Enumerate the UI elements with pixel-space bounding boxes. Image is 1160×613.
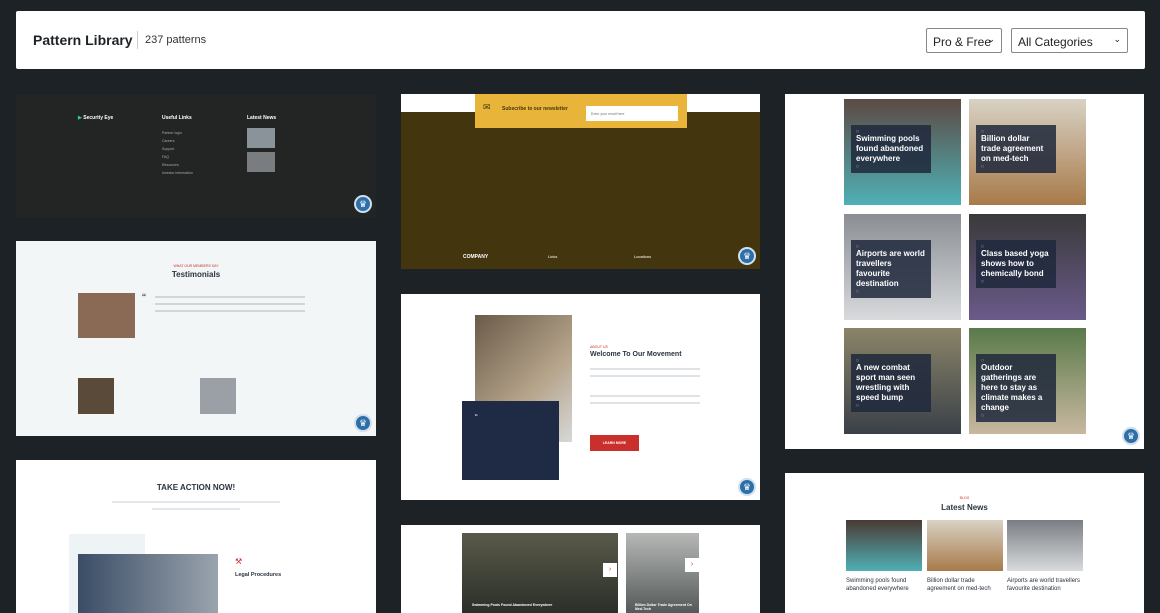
news-thumbnail [1007,520,1083,571]
chevron-down-icon: ⌄ [1113,34,1121,44]
gavel-icon: ⚒ [235,557,243,566]
latest-news-heading: Latest News [247,115,277,121]
links-list: Partner login Careers Support FAQ Resources I… [162,131,193,175]
pattern-card-news-grid[interactable]: ▢ Swimming pools found abandoned everywhe… [785,94,1144,449]
slide: Billion Dollar Trade Agreement On Med-Te… [626,533,699,613]
plan-filter-value: Pro & Free [933,35,992,49]
avatar [78,378,114,414]
chevron-right-icon[interactable]: › [603,563,617,577]
pattern-card-slider[interactable]: Swimming Pools Found Abandoned Everywher… [401,525,760,613]
newsletter-title: Subscribe to our newsletter [502,106,568,112]
news-thumbnail [927,520,1003,571]
pattern-card-movement[interactable]: “ ABOUT US Welcome To Our Movement LEARN… [401,294,760,500]
meeting-image [78,554,218,613]
plan-filter-select[interactable]: Pro & Free ⌄ [926,28,1002,53]
email-input[interactable] [586,106,678,121]
news-tile: ▢ A new combat sport man seen wrestling w… [844,328,961,434]
pattern-card-footer-dark[interactable]: ▶ Security Eye Useful Links Latest News … [16,95,376,217]
quote-box: “ [462,401,559,480]
news-tile: ▢ Airports are world travellers favourite… [844,214,961,320]
feature-title: Legal Procedures [235,572,282,578]
pattern-card-latest-news[interactable]: BLOG Latest News Swimming pools found ab… [785,473,1144,613]
eyebrow: WHAT OUR MEMBERS SAY [173,264,219,268]
category-filter-select[interactable]: All Categories ⌄ [1011,28,1128,53]
quote-icon: “ [142,291,146,305]
brand-label: ▶ Security Eye [78,115,114,121]
pattern-card-newsletter[interactable]: ✉ Subscribe to our newsletter COMPANY Li… [401,94,760,269]
pattern-card-take-action[interactable]: TAKE ACTION NOW! ⚒ Legal Procedures [16,460,376,613]
useful-links-heading: Useful Links [162,115,192,121]
crown-icon: ♛ [738,247,756,265]
news-tile: ▢ Swimming pools found abandoned everywhe… [844,99,961,205]
pattern-count: 237 patterns [145,34,207,46]
crown-icon: ♛ [354,414,372,432]
newsletter-box: ✉ Subscribe to our newsletter [475,94,687,128]
section-title: Welcome To Our Movement [590,351,682,358]
section-title: Testimonials [171,270,221,279]
slide-title: Swimming Pools Found Abandoned Everywher… [472,603,553,607]
mail-icon: ✉ [483,102,491,112]
news-tile: ▢ Class based yoga shows how to chemicall… [969,214,1086,320]
news-tile: ▢ Outdoor gatherings are here to stay as … [969,328,1086,434]
flag-icon: ▶ [78,115,82,121]
news-title: Airports are world travellers favourite … [1007,578,1081,592]
company-heading: COMPANY [463,254,489,260]
links-heading: Links [548,254,558,259]
avatar [78,293,135,338]
pattern-card-testimonials[interactable]: WHAT OUR MEMBERS SAY Testimonials “ ♛ [16,241,376,436]
news-title: Swimming pools found abandoned everywher… [846,578,909,592]
news-thumbnail [247,152,275,172]
chevron-down-icon: ⌄ [987,34,995,44]
eyebrow: ABOUT US [590,345,608,349]
news-thumbnail [846,520,922,571]
section-title: TAKE ACTION NOW! [156,483,236,492]
learn-more-button[interactable]: LEARN MORE [590,435,639,451]
avatar [200,378,236,414]
page-title: Pattern Library [33,32,133,48]
section-title: Latest News [941,503,988,512]
news-title: Billion dollar trade agreement on med-te… [927,578,991,592]
news-thumbnail [247,128,275,148]
locations-heading: Locations [634,254,652,259]
crown-icon: ♛ [354,195,372,213]
slide-title: Billion Dollar Trade Agreement On Med-Te… [635,603,692,611]
eyebrow: BLOG [959,496,970,500]
category-filter-value: All Categories [1018,35,1093,49]
crown-icon: ♛ [1122,427,1140,445]
divider [137,31,138,49]
crown-icon: ♛ [738,478,756,496]
news-tile: ▢ Billion dollar trade agreement on med-t… [969,99,1086,205]
header-bar: Pattern Library 237 patterns Pro & Free ⌄… [16,11,1145,69]
slide: Swimming Pools Found Abandoned Everywher… [462,533,618,613]
chevron-right-icon[interactable]: › [685,558,699,572]
